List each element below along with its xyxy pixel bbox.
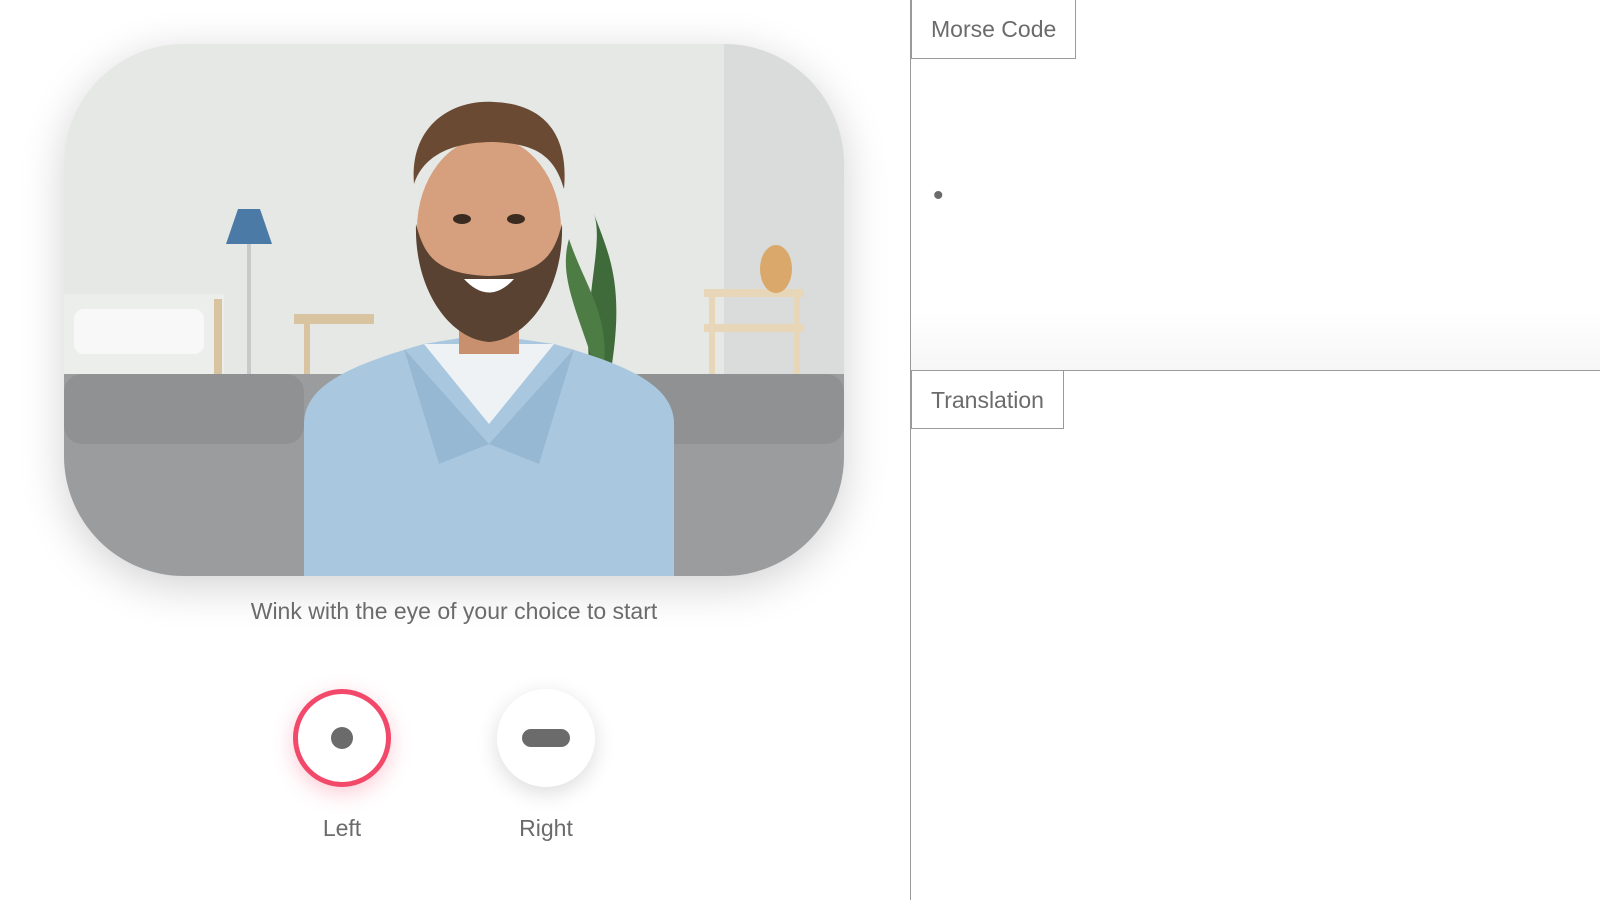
right-eye-label: Right — [519, 815, 573, 841]
left-eye-dot-button[interactable] — [293, 689, 391, 787]
webcam-video-feed — [64, 44, 844, 576]
output-pane: Morse Code • Translation — [910, 0, 1600, 900]
wink-instruction: Wink with the eye of your choice to star… — [250, 598, 658, 624]
translation-tab[interactable]: Translation — [911, 370, 1064, 429]
morse-panel-fade — [911, 310, 1600, 370]
right-eye-dash-button[interactable] — [497, 689, 595, 787]
translation-output — [911, 430, 1600, 900]
morse-code-output: • — [911, 59, 1600, 370]
webcam-scene-illustration — [64, 44, 844, 576]
morse-wink-app: Wink with the eye of your choice to star… — [0, 0, 1600, 900]
morse-code-tab[interactable]: Morse Code — [911, 0, 1077, 59]
dash-icon — [522, 729, 570, 747]
left-eye-label: Left — [322, 815, 362, 841]
morse-symbols-text: • — [933, 179, 950, 212]
camera-pane: Wink with the eye of your choice to star… — [0, 0, 910, 900]
dot-icon — [331, 727, 353, 749]
